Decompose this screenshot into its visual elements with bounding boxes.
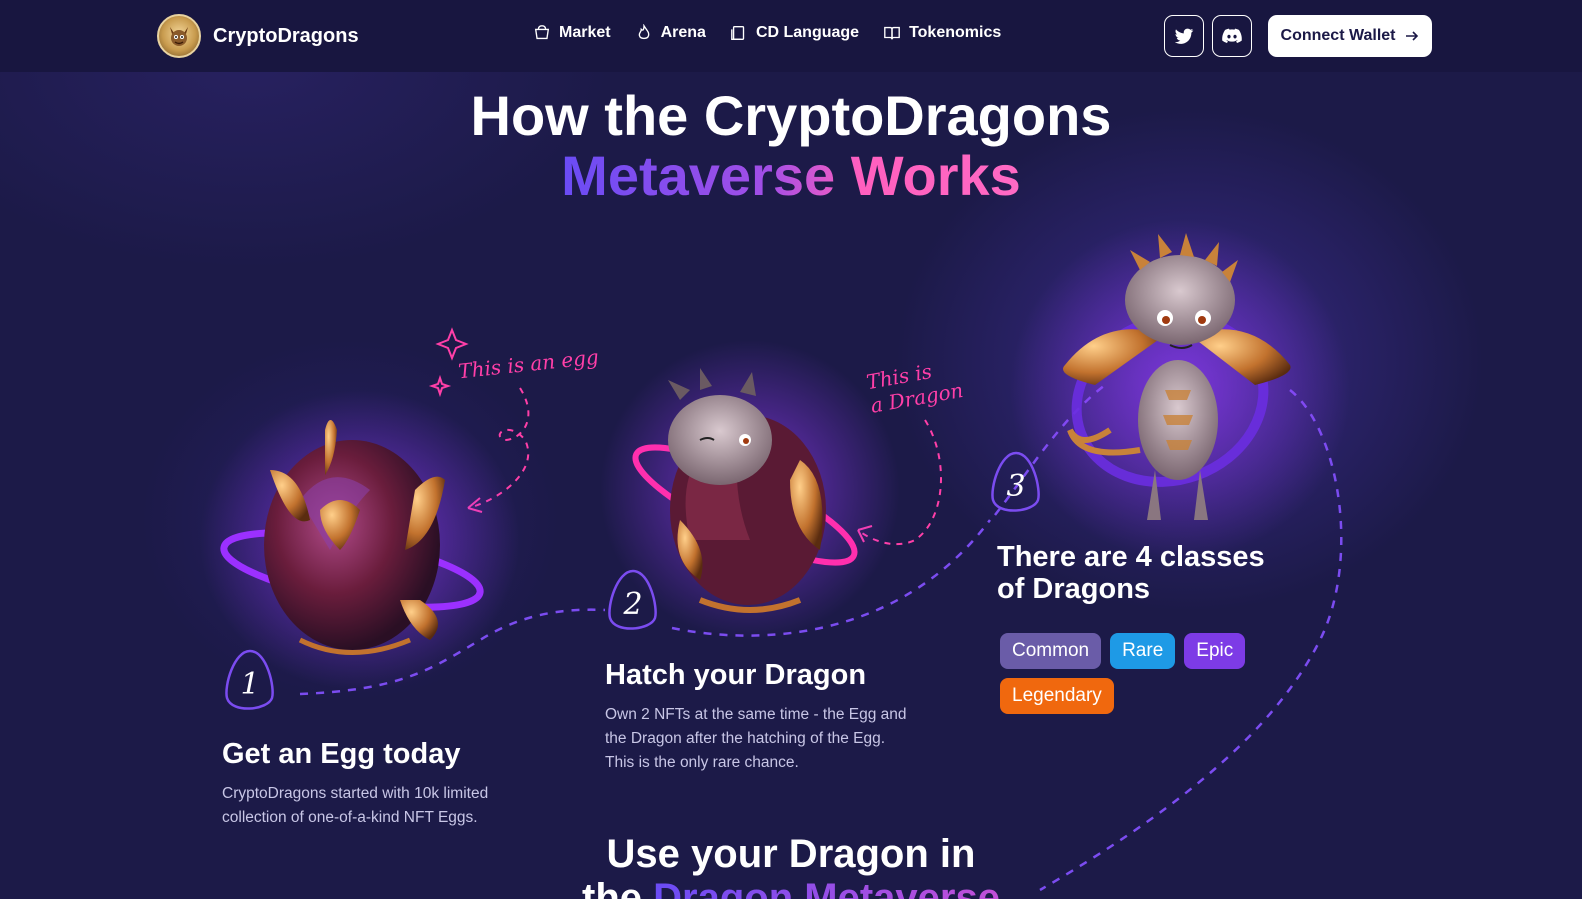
next-section-title-highlight: Dragon Metaverse [653, 876, 1000, 899]
badge-common: Common [1000, 633, 1102, 669]
step-1-number: 1 [240, 667, 259, 702]
nav-tokenomics[interactable]: Tokenomics [883, 24, 1001, 42]
arrow-right-icon [1406, 31, 1419, 41]
step-1-description: CryptoDragons started with 10k limited c… [222, 785, 489, 826]
step-2-description: Own 2 NFTs at the same time - the Egg an… [605, 706, 907, 771]
step-2-title: Hatch your Dragon [605, 659, 867, 691]
badge-rare: Rare [1110, 633, 1176, 669]
connect-wallet-button[interactable]: Connect Wallet [1268, 15, 1432, 57]
twitter-icon [1174, 28, 1194, 44]
step-2-egg-icon: 2 [608, 569, 657, 630]
discord-button[interactable] [1212, 15, 1252, 57]
main-nav: Market Arena CD Language Tokenomics [533, 24, 1001, 42]
basket-icon [534, 25, 550, 40]
step-1-egg-icon: 1 [225, 649, 274, 710]
hero-title-line1: How the CryptoDragons [470, 84, 1112, 147]
nav-cd-language-label: CD Language [755, 24, 860, 41]
discord-icon [1222, 28, 1242, 43]
step-3-number: 3 [1006, 469, 1025, 504]
dragon-logo-icon [157, 14, 201, 58]
nav-tokenomics-label: Tokenomics [909, 24, 1002, 41]
step-2-number: 2 [622, 587, 642, 622]
step-1-title: Get an Egg today [222, 738, 461, 770]
brand-name: CryptoDragons [213, 24, 359, 47]
flame-icon [638, 24, 649, 40]
nav-cd-language[interactable]: CD Language [730, 24, 859, 42]
next-section-title: Use your Dragon in the Dragon Metaverse [0, 832, 1582, 899]
dragon-class-badges: Common Rare Epic Legendary [1000, 633, 1270, 714]
step-3-egg-icon: 3 [991, 451, 1040, 512]
connect-wallet-label: Connect Wallet [1280, 27, 1396, 44]
document-icon [731, 26, 745, 40]
badge-legendary: Legendary [1000, 678, 1114, 714]
brand[interactable]: CryptoDragons [157, 14, 359, 58]
next-section-title-plain: the [582, 876, 643, 899]
hero-title-line2: Metaverse Works [561, 144, 1021, 207]
next-section-title-line1: Use your Dragon in [606, 832, 976, 876]
nav-market-label: Market [559, 24, 611, 41]
step-3-title: There are 4 classes of Dragons [997, 541, 1265, 605]
twitter-button[interactable] [1164, 15, 1204, 57]
hero-title: How the CryptoDragons Metaverse Works [0, 86, 1582, 206]
nav-arena-label: Arena [660, 24, 706, 41]
book-icon [884, 26, 900, 40]
nav-arena[interactable]: Arena [635, 24, 706, 42]
badge-epic: Epic [1184, 633, 1246, 669]
nav-market[interactable]: Market [533, 24, 611, 42]
top-navbar: CryptoDragons Market Arena CD Language T… [0, 0, 1582, 72]
